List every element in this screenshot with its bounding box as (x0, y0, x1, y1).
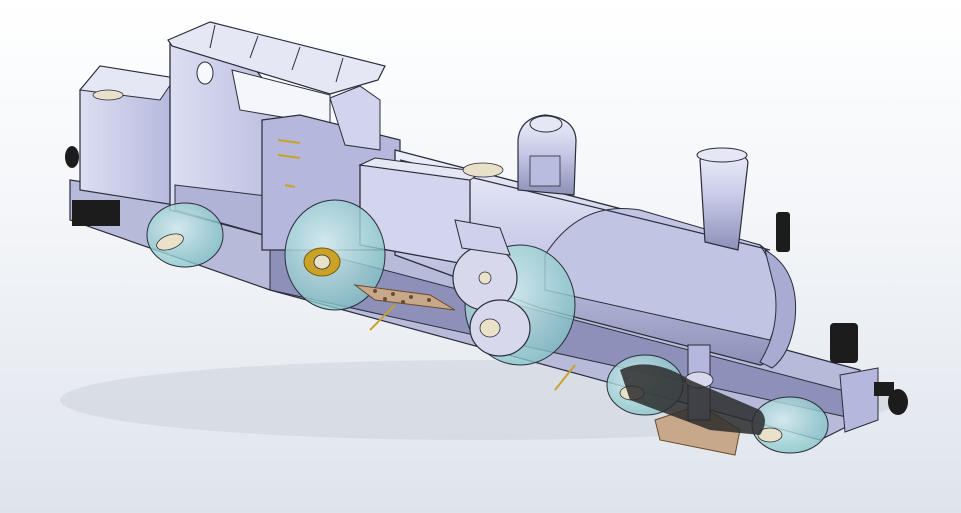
dome-top (529, 115, 563, 133)
locomotive-model (60, 21, 908, 456)
eccentric-disc-lower (469, 299, 531, 357)
wheel-rear (146, 202, 224, 268)
front-lamp-top (776, 212, 790, 252)
dome-window (529, 155, 561, 187)
front-buffer-beam (839, 367, 879, 433)
safety-valve-cover (462, 162, 504, 178)
bunker-hatch (92, 89, 124, 101)
chimney-cap (696, 147, 748, 163)
chimney (699, 149, 749, 251)
cad-viewport[interactable] (0, 0, 961, 513)
headlamp (830, 323, 858, 363)
cab-spectacle-window (196, 61, 214, 85)
